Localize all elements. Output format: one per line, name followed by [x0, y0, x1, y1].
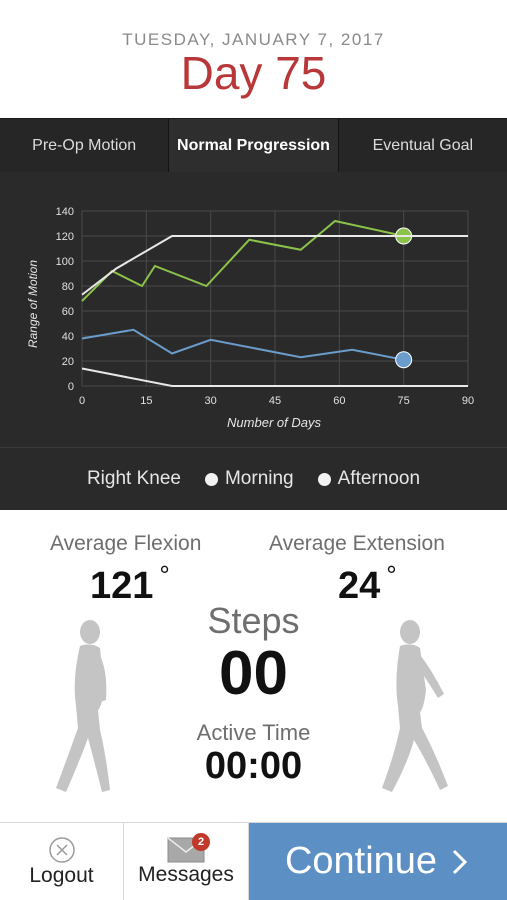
flexion-degree: °	[159, 560, 170, 590]
x-tick-label: 90	[462, 395, 474, 407]
afternoon-label: Afternoon	[337, 468, 421, 489]
chevron-right-icon	[453, 849, 468, 874]
average-extension-label: Average Extension	[269, 532, 445, 555]
walking-person-left-icon	[56, 620, 110, 792]
y-tick-label: 40	[62, 331, 74, 343]
tab-pre-op-motion[interactable]: Pre-Op Motion	[0, 119, 170, 172]
y-tick-label: 20	[62, 356, 74, 368]
walking-person-right-icon	[382, 620, 448, 792]
logout-label: Logout	[29, 863, 94, 887]
x-tick-label: 60	[333, 395, 345, 407]
y-tick-label: 120	[56, 231, 74, 243]
continue-button[interactable]: Continue	[249, 823, 507, 900]
day-title: Day 75	[180, 47, 327, 99]
stats-panel: Average Flexion 121 ° Average Extension 2…	[0, 510, 507, 822]
messages-label: Messages	[138, 862, 234, 886]
extension-degree: °	[386, 560, 397, 590]
morning-toggle[interactable]: Morning	[204, 468, 294, 490]
morning-radio-icon[interactable]	[204, 472, 218, 486]
logout-button[interactable]: Logout	[0, 823, 124, 900]
afternoon-radio-icon[interactable]	[317, 472, 331, 486]
average-flexion-label: Average Flexion	[50, 532, 202, 555]
messages-button[interactable]: 2 Messages	[124, 823, 249, 900]
x-tick-label: 0	[79, 395, 85, 407]
y-axis-label: Range of Motion	[26, 260, 40, 348]
footer-bar: Logout 2 Messages Continue	[0, 822, 507, 900]
y-tick-label: 140	[56, 206, 74, 218]
close-circle-icon	[48, 836, 75, 863]
y-tick-label: 80	[62, 281, 74, 293]
x-tick-label: 30	[205, 395, 217, 407]
view-tabs: Pre-Op Motion Normal Progression Eventua…	[0, 118, 507, 172]
morning-label: Morning	[224, 468, 294, 489]
y-tick-label: 100	[56, 256, 74, 268]
tab-eventual-goal[interactable]: Eventual Goal	[339, 119, 507, 172]
afternoon-toggle[interactable]: Afternoon	[317, 468, 421, 490]
x-axis-label: Number of Days	[227, 415, 321, 430]
messages-badge: 2	[192, 833, 210, 851]
x-tick-label: 45	[269, 395, 281, 407]
continue-label: Continue	[284, 840, 438, 882]
series-line-1	[81, 328, 404, 361]
x-tick-label: 75	[398, 395, 410, 407]
chart-legend: Right Knee Morning Afternoon	[0, 447, 507, 510]
range-of-motion-chart: 0 20 40 60 80 100 120 140 0 15 30 45 60 75 90 Number o…	[0, 172, 507, 447]
tab-normal-progression[interactable]: Normal Progression	[169, 119, 339, 172]
x-tick-label: 15	[140, 395, 152, 407]
y-tick-label: 0	[68, 381, 74, 393]
knee-label: Right Knee	[86, 468, 181, 489]
header: TUESDAY, JANUARY 7, 2017 Day 75	[0, 0, 507, 118]
series-end-point-1	[395, 351, 413, 369]
chart-svg: 0 20 40 60 80 100 120 140 0 15 30 45 60 75 90 Number o…	[26, 206, 474, 430]
y-tick-label: 60	[62, 306, 74, 318]
